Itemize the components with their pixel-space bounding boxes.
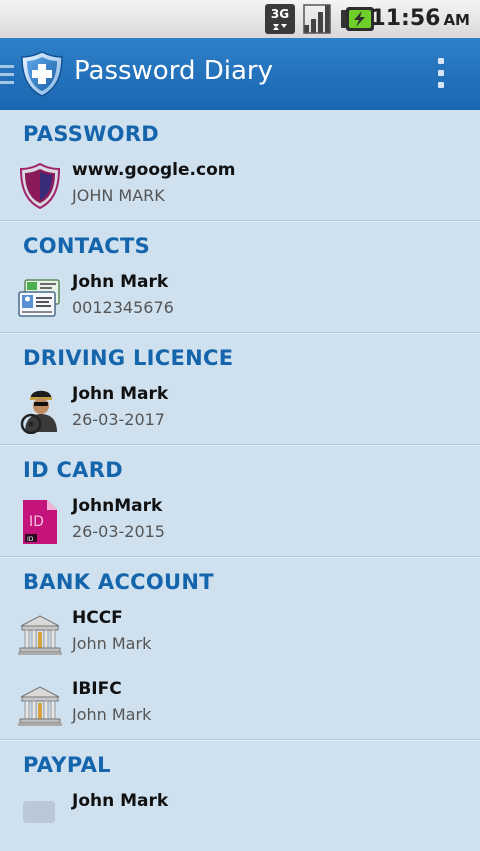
svg-text:ID: ID xyxy=(29,514,44,530)
item-subtitle: John Mark xyxy=(72,634,152,653)
item-title: HCCF xyxy=(72,608,123,628)
item-subtitle: 26-03-2015 xyxy=(72,522,165,541)
item-title: www.google.com xyxy=(72,160,236,180)
list-item[interactable]: John Mark 0012345676 xyxy=(0,266,480,332)
drawer-menu-icon[interactable] xyxy=(0,65,14,89)
signal-strength-icon xyxy=(303,4,331,34)
shield-icon xyxy=(19,162,61,210)
bank-icon xyxy=(18,686,62,726)
list-item[interactable]: www.google.com JOHN MARK xyxy=(0,154,480,220)
section-header-id-card: ID CARD xyxy=(23,458,123,482)
item-title: John Mark xyxy=(72,791,169,811)
svg-text:3G: 3G xyxy=(271,7,289,21)
clock-ampm: AM xyxy=(443,11,470,29)
app-title: Password Diary xyxy=(74,56,273,86)
item-subtitle: 26-03-2017 xyxy=(72,410,165,429)
id-card-icon: ID ID xyxy=(23,500,57,544)
list-item[interactable]: John Mark 26-03-2017 xyxy=(0,378,480,444)
app-logo-icon[interactable] xyxy=(20,50,64,98)
paypal-icon xyxy=(23,801,55,823)
status-clock: 11:56 AM xyxy=(370,6,470,31)
clock-time: 11:56 xyxy=(370,6,441,31)
list-item[interactable]: IBIFC John Mark xyxy=(0,673,480,739)
section-header-paypal: PAYPAL xyxy=(23,753,111,777)
bank-icon xyxy=(18,615,62,655)
svg-text:ID: ID xyxy=(27,536,34,543)
item-subtitle: JOHN MARK xyxy=(72,186,165,205)
list-item[interactable]: ID ID JohnMark 26-03-2015 xyxy=(0,490,480,556)
contact-card-icon xyxy=(18,279,60,317)
section-header-contacts: CONTACTS xyxy=(23,234,151,258)
item-subtitle: 0012345676 xyxy=(72,298,174,317)
section-header-password: PASSWORD xyxy=(23,122,160,146)
item-subtitle: John Mark xyxy=(72,705,152,724)
list-item[interactable]: John Mark xyxy=(0,785,480,851)
entries-list[interactable]: PASSWORD www.google.com JOHN MARK CONTAC… xyxy=(0,110,480,851)
status-bar: 3G 11:56 AM xyxy=(0,0,480,39)
section-header-bank-account: BANK ACCOUNT xyxy=(23,570,214,594)
driver-icon xyxy=(20,390,57,434)
section-header-driving-licence: DRIVING LICENCE xyxy=(23,346,234,370)
network-3g-icon: 3G xyxy=(265,4,295,34)
item-title: John Mark xyxy=(72,384,169,404)
item-title: John Mark xyxy=(72,272,169,292)
item-title: IBIFC xyxy=(72,679,122,699)
item-title: JohnMark xyxy=(72,496,163,516)
list-item[interactable]: HCCF John Mark xyxy=(0,602,480,668)
overflow-menu-icon[interactable] xyxy=(438,58,446,94)
app-bar: Password Diary xyxy=(0,38,480,110)
